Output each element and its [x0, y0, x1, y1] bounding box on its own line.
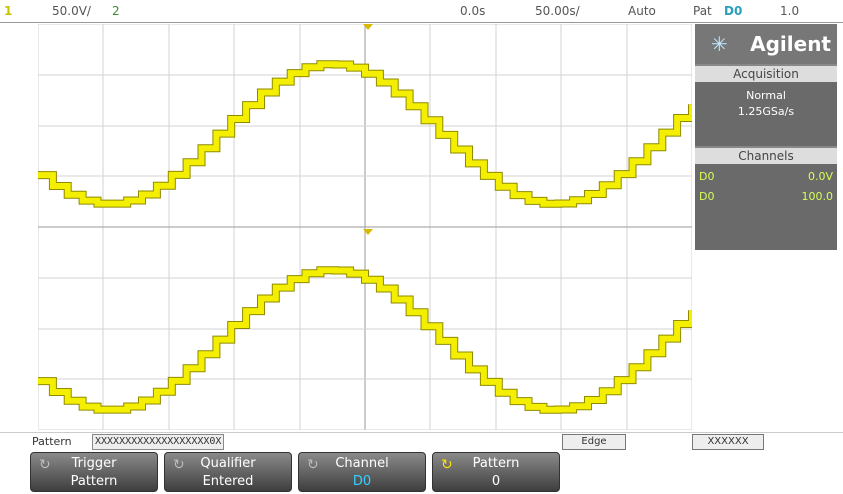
trigger-level: 1.0 [780, 4, 800, 18]
side-info-panel: ✳ Agilent Acquisition Normal 1.25GSa/s C… [695, 24, 837, 250]
channels-body: D0 0.0V D0 100.0 [695, 164, 837, 250]
trigger-type: Pat [693, 4, 712, 18]
channels-header: Channels [695, 148, 837, 164]
pattern-value[interactable]: XXXXXXXXXXXXXXXXXXX0X [92, 434, 225, 450]
pattern-softkey[interactable]: ↻ Pattern 0 [432, 452, 560, 492]
trigger-position-marker-lower [363, 229, 373, 235]
softkey-value: Entered [202, 474, 254, 489]
softkey-bar: ↻ Trigger Pattern ↻ Qualifier Entered ↻ … [0, 452, 843, 494]
acquisition-rate: 1.25GSa/s [737, 105, 795, 118]
trigger-softkey[interactable]: ↻ Trigger Pattern [30, 452, 158, 492]
brand-name: Agilent [750, 32, 831, 56]
time-scale: 50.00s/ [535, 4, 580, 18]
softkey-value: D0 [352, 474, 372, 489]
channel-row: D0 0.0V [699, 168, 833, 186]
trigger-position-marker [363, 24, 373, 30]
channel-name: D0 [699, 190, 715, 203]
pattern-edge-box[interactable]: Edge [562, 434, 626, 450]
rotate-knob-icon: ↻ [441, 457, 453, 473]
channel-1-scale: 50.0V/ [52, 4, 91, 18]
acquisition-header: Acquisition [695, 66, 837, 82]
status-bar: 1 50.0V/ 2 0.0s 50.00s/ Auto Pat D0 1.0 [0, 0, 843, 23]
channel-softkey[interactable]: ↻ Channel D0 [298, 452, 426, 492]
agilent-spark-icon: ✳ [711, 32, 728, 56]
channel-name: D0 [699, 170, 715, 183]
softkey-value: Pattern [70, 474, 118, 489]
trigger-mode: Auto [628, 4, 656, 18]
pattern-bar: Pattern XXXXXXXXXXXXXXXXXXX0X Edge XXXXX… [0, 432, 843, 451]
rotate-knob-icon: ↻ [39, 457, 51, 473]
acquisition-body: Normal 1.25GSa/s [695, 82, 837, 146]
time-position: 0.0s [460, 4, 486, 18]
softkey-value: 0 [491, 474, 501, 489]
channel-1-indicator: 1 [4, 4, 13, 18]
channel-2-indicator: 2 [112, 4, 120, 18]
trigger-source: D0 [724, 4, 743, 18]
pattern-label: Pattern [32, 435, 72, 448]
acquisition-mode: Normal [746, 89, 786, 102]
waveform-graticule [38, 24, 692, 430]
channel-value: 0.0V [807, 170, 833, 183]
rotate-knob-icon: ↻ [307, 457, 319, 473]
channel-row: D0 100.0 [699, 188, 833, 206]
channel-value: 100.0 [801, 190, 834, 203]
rotate-knob-icon: ↻ [173, 457, 185, 473]
waveform-display[interactable] [38, 24, 692, 430]
pattern-qualifier-box[interactable]: XXXXXX [692, 434, 764, 450]
qualifier-softkey[interactable]: ↻ Qualifier Entered [164, 452, 292, 492]
brand-logo: ✳ Agilent [695, 24, 837, 64]
